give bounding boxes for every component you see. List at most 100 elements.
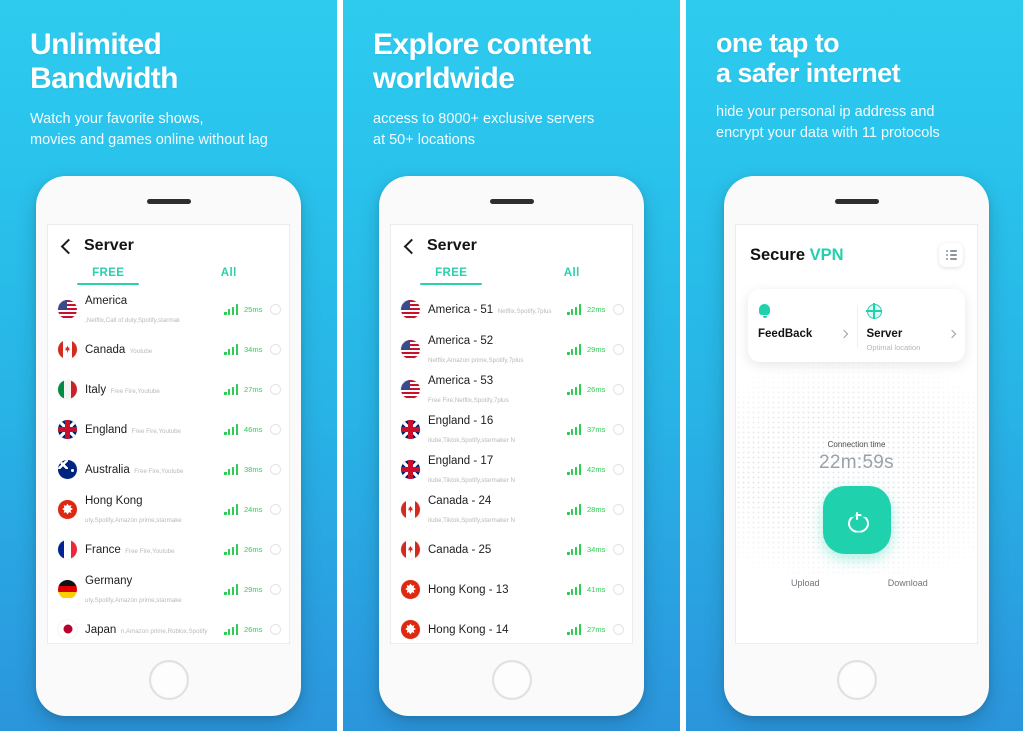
table-row[interactable]: Canada Youtube 34ms xyxy=(48,329,289,369)
signal-bars-icon xyxy=(224,583,238,595)
ping-value: 22ms xyxy=(587,304,606,314)
server-name: Australia xyxy=(85,464,130,476)
select-radio[interactable] xyxy=(270,583,281,595)
flag-icon-hk xyxy=(58,499,77,519)
table-row[interactable]: Canada - 25 34ms xyxy=(391,529,632,569)
server-name: England - 17 xyxy=(428,455,494,467)
server-name: Italy xyxy=(85,384,107,396)
select-radio[interactable] xyxy=(613,583,624,595)
server-header-1: Server xyxy=(48,225,289,261)
table-row[interactable]: Canada - 24 itube,Tiktok,Spotify,starmak… xyxy=(391,489,632,529)
headline-block-2: Explore content worldwide access to 8000… xyxy=(343,0,680,151)
table-row[interactable]: England Free Fire,Youtube 46ms xyxy=(48,409,289,449)
select-radio[interactable] xyxy=(613,463,624,475)
list-icon[interactable] xyxy=(939,243,963,267)
table-row[interactable]: Hong Kong - 13 41ms xyxy=(391,569,632,609)
card-feedback[interactable]: FeedBack xyxy=(748,301,857,352)
screen-title: Server xyxy=(84,237,134,254)
brand-accent: VPN xyxy=(809,245,844,264)
flag-icon-ca xyxy=(401,539,420,559)
ping-value: 24ms xyxy=(244,504,263,514)
phone-screen-3: Secure VPN FeedBack Server Optimal locat… xyxy=(735,224,978,644)
chevron-left-icon[interactable] xyxy=(60,238,77,254)
signal-bars-icon xyxy=(567,303,581,315)
ping-value: 29ms xyxy=(587,344,606,354)
subheadline-line-2: at 50+ locations xyxy=(373,132,475,149)
select-radio[interactable] xyxy=(613,343,624,355)
select-radio[interactable] xyxy=(270,423,281,435)
table-row[interactable]: Hong Kong - 14 27ms xyxy=(391,609,632,643)
home-button[interactable] xyxy=(836,660,877,700)
power-icon xyxy=(848,511,865,529)
table-row[interactable]: America - 51 Netflix,Spotify,7plus 22ms xyxy=(391,289,632,329)
server-name: Hong Kong - 14 xyxy=(428,624,509,636)
subheadline-2: access to 8000+ exclusive servers at 50+… xyxy=(373,109,650,151)
server-apps: Free Fire,Youtube xyxy=(134,468,184,475)
card-sub-server: Optimal location xyxy=(866,343,921,352)
signal-bars-icon xyxy=(224,623,238,635)
ping-value: 26ms xyxy=(244,544,263,554)
table-row[interactable]: France Free Fire,Youtube 26ms xyxy=(48,529,289,569)
tab-all[interactable]: All xyxy=(512,267,633,285)
signal-bars-icon xyxy=(567,623,581,635)
ping-value: 26ms xyxy=(244,624,263,634)
ping-value: 37ms xyxy=(587,424,606,434)
flag-icon-hk xyxy=(401,619,420,639)
tab-free[interactable]: FREE xyxy=(48,267,169,285)
server-apps: itube,Tiktok,Spotify,starmaker N xyxy=(428,477,515,484)
server-apps: n,Amazon prime,Roblox,Spotify xyxy=(120,628,208,635)
subheadline-line-1: hide your personal ip address and xyxy=(716,104,935,121)
server-apps: Free Fire,Netflix,Spotify,7plus xyxy=(428,397,509,404)
select-radio[interactable] xyxy=(270,503,281,515)
select-radio[interactable] xyxy=(270,383,281,395)
server-name: Hong Kong xyxy=(85,495,143,507)
select-radio[interactable] xyxy=(613,383,624,395)
select-radio[interactable] xyxy=(613,423,624,435)
table-row[interactable]: England - 17 itube,Tiktok,Spotify,starma… xyxy=(391,449,632,489)
server-name: France xyxy=(85,544,121,556)
tab-all[interactable]: All xyxy=(169,267,290,285)
power-button[interactable] xyxy=(822,486,891,554)
select-radio[interactable] xyxy=(270,543,281,555)
table-row[interactable]: America ,Netflix,Call of duty,Spotify,st… xyxy=(48,289,289,329)
vpn-home-screen: Secure VPN FeedBack Server Optimal locat… xyxy=(736,225,977,643)
table-row[interactable]: Hong Kong uty,Spotify,Amazon prime,starm… xyxy=(48,489,289,529)
select-radio[interactable] xyxy=(270,343,281,355)
ping-value: 27ms xyxy=(244,384,263,394)
table-row[interactable]: America - 53 Free Fire,Netflix,Spotify,7… xyxy=(391,369,632,409)
table-row[interactable]: Japan n,Amazon prime,Roblox,Spotify 26ms xyxy=(48,609,289,643)
server-apps: itube,Tiktok,Spotify,starmaker N xyxy=(428,517,515,524)
signal-bars-icon xyxy=(224,383,238,395)
flag-icon-us xyxy=(58,299,77,319)
server-list-1: America ,Netflix,Call of duty,Spotify,st… xyxy=(48,285,289,643)
table-row[interactable]: Italy Free Fire,Youtube 27ms xyxy=(48,369,289,409)
select-radio[interactable] xyxy=(270,463,281,475)
select-radio[interactable] xyxy=(613,303,624,315)
headline-block-3: one tap to a safer internet hide your pe… xyxy=(686,0,1023,145)
flag-icon-gb xyxy=(401,459,420,479)
table-row[interactable]: Germany uty,Spotify,Amazon prime,starmak… xyxy=(48,569,289,609)
signal-bars-icon xyxy=(567,423,581,435)
signal-bars-icon xyxy=(224,503,238,515)
select-radio[interactable] xyxy=(613,623,624,635)
headline-block-1: Unlimited Bandwidth Watch your favorite … xyxy=(0,0,337,151)
table-row[interactable]: England - 16 itube,Tiktok,Spotify,starma… xyxy=(391,409,632,449)
chevron-left-icon[interactable] xyxy=(403,238,420,254)
server-name: England - 16 xyxy=(428,415,494,427)
server-tabs-2: FREE All xyxy=(391,261,632,285)
server-apps: Free Fire,Youtube xyxy=(131,428,181,435)
select-radio[interactable] xyxy=(613,503,624,515)
table-row[interactable]: America - 52 Netflix,Amazon prime,Spotif… xyxy=(391,329,632,369)
headline-line-2: worldwide xyxy=(373,61,515,95)
select-radio[interactable] xyxy=(613,543,624,555)
connection-block: Connection time 22m:59s xyxy=(736,440,977,554)
select-radio[interactable] xyxy=(270,303,281,315)
card-server[interactable]: Server Optimal location xyxy=(856,301,966,352)
server-name: America - 52 xyxy=(428,335,494,347)
select-radio[interactable] xyxy=(270,623,281,635)
ping-value: 34ms xyxy=(244,344,263,354)
home-button[interactable] xyxy=(148,660,189,700)
tab-free[interactable]: FREE xyxy=(391,267,512,285)
home-button[interactable] xyxy=(491,660,532,700)
table-row[interactable]: Australia Free Fire,Youtube 38ms xyxy=(48,449,289,489)
